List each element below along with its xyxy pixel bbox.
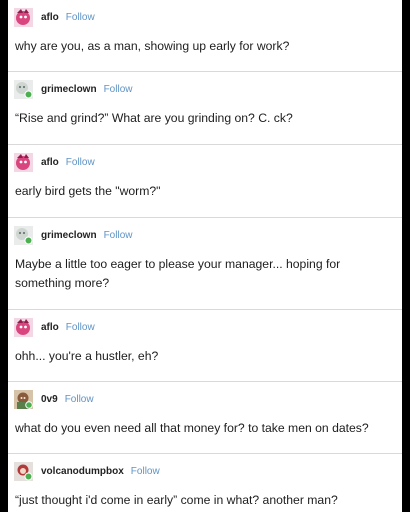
follow-button[interactable]: Follow <box>104 230 133 241</box>
aflo-avatar-icon[interactable] <box>14 7 33 27</box>
volcanodumpbox-avatar-icon[interactable] <box>14 461 33 481</box>
reblog-entry: aflo Follow why are you, as a man, showi… <box>8 0 402 72</box>
follow-button[interactable]: Follow <box>131 466 160 477</box>
grimeclown-avatar-icon[interactable] <box>14 225 33 245</box>
reblog-entry: aflo Follow ohh... you're a hustler, eh? <box>8 310 402 382</box>
aflo-avatar-icon[interactable] <box>14 317 33 337</box>
username[interactable]: aflo <box>41 157 59 168</box>
username[interactable]: aflo <box>41 12 59 23</box>
post-text: why are you, as a man, showing up early … <box>15 39 290 53</box>
post-text: “Rise and grind?” What are you grinding … <box>15 111 293 125</box>
reblog-entry: 0v9 Follow what do you even need all tha… <box>8 382 402 454</box>
reblog-entry: aflo Follow early bird gets the "worm?" <box>8 145 402 218</box>
username[interactable]: grimeclown <box>41 84 97 95</box>
aflo-avatar-icon[interactable] <box>14 152 33 172</box>
follow-button[interactable]: Follow <box>104 84 133 95</box>
reblog-entry: grimeclown Follow “Rise and grind?” What… <box>8 72 402 145</box>
post-text: Maybe a little too eager to please your … <box>15 257 341 290</box>
username[interactable]: volcanodumpbox <box>41 466 124 477</box>
follow-button[interactable]: Follow <box>66 322 95 333</box>
0v9-avatar-icon[interactable] <box>14 389 33 409</box>
tumblr-post-thread: aflo Follow why are you, as a man, showi… <box>8 0 402 512</box>
username[interactable]: aflo <box>41 322 59 333</box>
username[interactable]: 0v9 <box>41 394 58 405</box>
post-text: “just thought i'd come in early” come in… <box>15 493 338 507</box>
follow-button[interactable]: Follow <box>66 157 95 168</box>
grimeclown-avatar-icon[interactable] <box>14 79 33 99</box>
reblog-entry: volcanodumpbox Follow “just thought i'd … <box>8 454 402 512</box>
username[interactable]: grimeclown <box>41 230 97 241</box>
post-text: early bird gets the "worm?" <box>15 184 161 198</box>
post-text: what do you even need all that money for… <box>15 421 369 435</box>
follow-button[interactable]: Follow <box>65 394 94 405</box>
follow-button[interactable]: Follow <box>66 12 95 23</box>
post-text: ohh... you're a hustler, eh? <box>15 349 159 363</box>
reblog-entry: grimeclown Follow Maybe a little too eag… <box>8 218 402 310</box>
